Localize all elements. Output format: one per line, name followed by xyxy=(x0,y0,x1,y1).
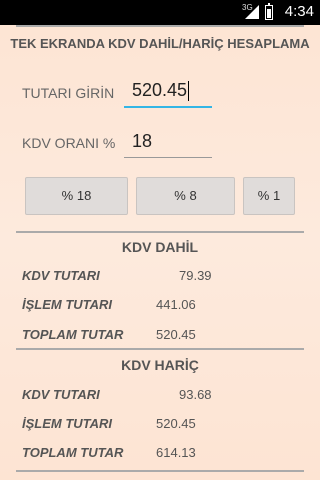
text-cursor xyxy=(188,81,190,102)
amount-value: 520.45 xyxy=(132,80,188,100)
haric-toplam-label: TOPLAM TUTAR xyxy=(22,445,124,460)
status-bar: 3G 4:34 xyxy=(0,0,320,25)
dahil-islem-label: İŞLEM TUTARI xyxy=(22,297,113,312)
haric-kdv-value: 93.68 xyxy=(179,387,212,402)
amount-label: TUTARI GİRİN xyxy=(22,85,115,101)
dahil-islem-value: 441.06 xyxy=(156,297,196,312)
divider xyxy=(16,348,304,350)
divider xyxy=(16,231,304,233)
haric-kdv-label: KDV TUTARI xyxy=(22,387,100,402)
divider xyxy=(16,470,304,472)
haric-islem-value: 520.45 xyxy=(156,416,196,431)
signal-icon xyxy=(245,5,259,19)
dahil-kdv-label: KDV TUTARI xyxy=(22,268,100,283)
rate-1-button[interactable]: % 1 xyxy=(243,177,295,215)
rate-value: 18 xyxy=(132,131,153,151)
haric-toplam-value: 614.13 xyxy=(156,445,196,460)
haric-islem-label: İŞLEM TUTARI xyxy=(22,416,113,431)
rate-input[interactable]: 18 xyxy=(124,131,212,158)
rate-8-button[interactable]: % 8 xyxy=(136,177,235,215)
dahil-kdv-value: 79.39 xyxy=(179,268,212,283)
dahil-toplam-label: TOPLAM TUTAR xyxy=(22,327,124,342)
top-divider xyxy=(16,25,304,27)
battery-icon xyxy=(265,3,273,20)
rate-18-button[interactable]: % 18 xyxy=(25,177,128,215)
kdv-dahil-title: KDV DAHİL xyxy=(121,239,199,255)
rate-label: KDV ORANI % xyxy=(22,135,116,151)
clock: 4:34 xyxy=(284,3,314,20)
kdv-haric-title: KDV HARİÇ xyxy=(121,357,199,373)
dahil-toplam-value: 520.45 xyxy=(156,327,196,342)
page-title: TEK EKRANDA KDV DAHİL/HARİÇ HESAPLAMA xyxy=(10,36,310,51)
amount-input[interactable]: 520.45 xyxy=(124,80,212,108)
